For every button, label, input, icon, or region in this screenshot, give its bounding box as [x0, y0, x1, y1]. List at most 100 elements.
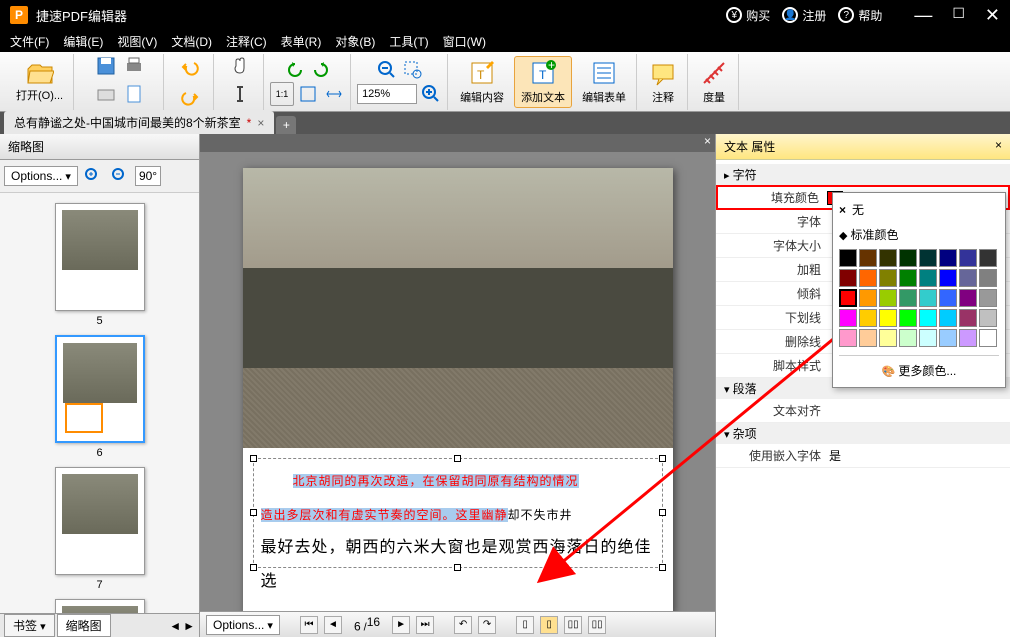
rotate-cw-button[interactable]	[309, 58, 333, 82]
open-button[interactable]: 打开(O)...	[10, 59, 69, 105]
color-swatch[interactable]	[839, 309, 857, 327]
two-page-button[interactable]: ▯▯	[564, 616, 582, 634]
color-swatch[interactable]	[859, 309, 877, 327]
picker-close-button[interactable]: ×	[839, 203, 846, 217]
color-swatch[interactable]	[839, 329, 857, 347]
buy-button[interactable]: ¥购买	[726, 7, 770, 24]
zoom-input[interactable]	[357, 84, 417, 104]
color-swatch[interactable]	[919, 249, 937, 267]
color-swatch[interactable]	[959, 329, 977, 347]
color-swatch[interactable]	[939, 309, 957, 327]
color-swatch[interactable]	[859, 269, 877, 287]
thumbnail-8[interactable]	[55, 599, 145, 613]
menu-item[interactable]: 对象(B)	[335, 33, 375, 50]
thumb-zoom-in[interactable]	[81, 164, 105, 188]
new-tab-button[interactable]: +	[276, 116, 296, 134]
color-swatch[interactable]	[879, 329, 897, 347]
maximize-button[interactable]: ☐	[952, 5, 965, 26]
embed-font-row[interactable]: 使用嵌入字体是	[716, 444, 1010, 468]
color-swatch[interactable]	[919, 309, 937, 327]
menu-item[interactable]: 文档(D)	[171, 33, 212, 50]
edit-content-button[interactable]: T 编辑内容	[454, 57, 510, 107]
prev-page-button[interactable]: ◄	[324, 616, 342, 634]
color-swatch[interactable]	[839, 289, 857, 307]
color-swatch[interactable]	[899, 269, 917, 287]
color-swatch[interactable]	[859, 329, 877, 347]
redo-button[interactable]	[178, 85, 202, 109]
menu-item[interactable]: 编辑(E)	[63, 33, 103, 50]
add-text-button[interactable]: T+ 添加文本	[514, 56, 572, 108]
color-swatch[interactable]	[939, 269, 957, 287]
color-swatch[interactable]	[839, 249, 857, 267]
view-options-button[interactable]: Options... ▾	[206, 615, 280, 635]
thumb-rotate-button[interactable]: 90°	[135, 166, 161, 186]
color-swatch[interactable]	[959, 289, 977, 307]
doc-close-button[interactable]: ×	[704, 134, 711, 152]
color-swatch[interactable]	[899, 249, 917, 267]
section-character[interactable]: ▸ 字符	[716, 164, 1010, 185]
color-swatch[interactable]	[879, 309, 897, 327]
color-swatch[interactable]	[919, 269, 937, 287]
two-continuous-button[interactable]: ▯▯	[588, 616, 606, 634]
single-page-button[interactable]: ▯	[516, 616, 534, 634]
menu-item[interactable]: 工具(T)	[389, 33, 428, 50]
last-page-button[interactable]: ⏭	[416, 616, 434, 634]
edit-form-button[interactable]: 编辑表单	[576, 57, 632, 107]
color-swatch[interactable]	[899, 309, 917, 327]
color-swatch[interactable]	[919, 289, 937, 307]
annotate-button[interactable]: 注释	[643, 57, 683, 107]
panel-close-button[interactable]: ×	[995, 138, 1002, 152]
thumbnail-7[interactable]: 7	[55, 467, 145, 591]
print-button[interactable]	[122, 54, 146, 78]
color-swatch[interactable]	[879, 249, 897, 267]
text-selection-box[interactable]	[253, 458, 663, 568]
section-misc[interactable]: ▾ 杂项	[716, 423, 1010, 444]
text-align-row[interactable]: 文本对齐	[716, 399, 1010, 423]
new-button[interactable]	[122, 82, 146, 106]
color-swatch[interactable]	[859, 249, 877, 267]
document-tab[interactable]: 总有静谧之处-中国城市间最美的8个新茶室 *×	[4, 111, 274, 134]
next-page-button[interactable]: ►	[392, 616, 410, 634]
zoom-marquee-button[interactable]	[401, 58, 425, 82]
thumbnail-5[interactable]: 5	[55, 203, 145, 327]
minimize-button[interactable]: —	[914, 5, 932, 26]
color-swatch[interactable]	[979, 329, 997, 347]
color-swatch[interactable]	[979, 309, 997, 327]
save-button[interactable]	[94, 54, 118, 78]
color-swatch[interactable]	[939, 249, 957, 267]
hand-tool[interactable]	[228, 54, 252, 78]
text-select-tool[interactable]	[228, 82, 252, 106]
nav-back-button[interactable]: ↶	[454, 616, 472, 634]
panel-nav-left[interactable]: ◄	[169, 619, 181, 633]
color-swatch[interactable]	[959, 249, 977, 267]
help-button[interactable]: ?帮助	[838, 7, 882, 24]
color-swatch[interactable]	[879, 269, 897, 287]
menu-item[interactable]: 注释(C)	[226, 33, 267, 50]
bookmark-tab[interactable]: 书签 ▾	[4, 614, 55, 637]
tab-close-button[interactable]: ×	[257, 116, 264, 130]
zoom-out-button[interactable]	[375, 58, 399, 82]
color-swatch[interactable]	[899, 329, 917, 347]
color-swatch[interactable]	[979, 249, 997, 267]
color-swatch[interactable]	[979, 269, 997, 287]
color-swatch[interactable]	[919, 329, 937, 347]
thumbnail-6[interactable]: 6	[55, 335, 145, 459]
measure-button[interactable]: 度量	[694, 57, 734, 107]
zoom-in-button[interactable]	[419, 82, 443, 106]
fit-width-button[interactable]	[322, 82, 346, 106]
color-swatch[interactable]	[939, 289, 957, 307]
color-swatch[interactable]	[859, 289, 877, 307]
menu-item[interactable]: 表单(R)	[281, 33, 322, 50]
rotate-ccw-button[interactable]	[283, 58, 307, 82]
color-swatch[interactable]	[939, 329, 957, 347]
color-swatch[interactable]	[879, 289, 897, 307]
panel-nav-right[interactable]: ►	[183, 619, 195, 633]
actual-size-button[interactable]: 1:1	[270, 82, 294, 106]
menu-item[interactable]: 窗口(W)	[443, 33, 486, 50]
continuous-button[interactable]: ▯	[540, 616, 558, 634]
menu-item[interactable]: 文件(F)	[10, 33, 49, 50]
more-colors-button[interactable]: 🎨 更多颜色...	[839, 355, 999, 381]
color-swatch[interactable]	[959, 309, 977, 327]
scan-button[interactable]	[94, 82, 118, 106]
thumb-zoom-out[interactable]	[108, 164, 132, 188]
